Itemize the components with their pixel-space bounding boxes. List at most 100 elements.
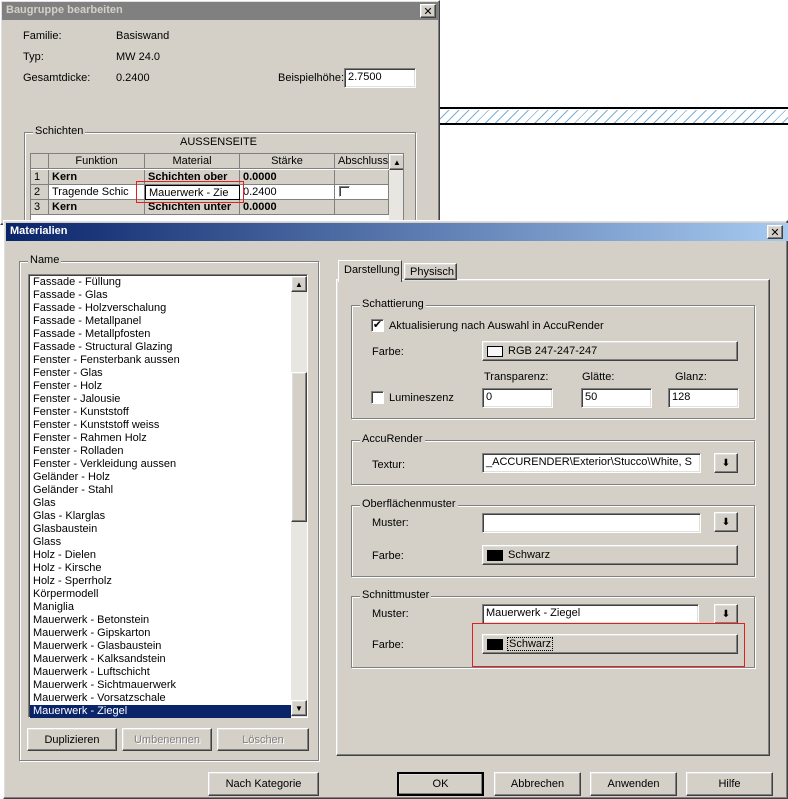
row-thickness[interactable]: 0.0000	[240, 200, 335, 215]
surface-pattern-label: Muster:	[372, 517, 409, 529]
list-item[interactable]: Körpermodell	[30, 588, 291, 601]
list-item[interactable]: Fenster - Rahmen Holz	[30, 432, 291, 445]
materials-list-items: Fassade - Füllung Fassade - Glas Fassade -…	[30, 276, 307, 718]
scroll-thumb[interactable]	[291, 372, 307, 522]
scroll-down-icon[interactable]: ▼	[291, 700, 307, 716]
list-item[interactable]: Geländer - Stahl	[30, 484, 291, 497]
list-item[interactable]: Fassade - Structural Glazing	[30, 341, 291, 354]
layers-grid-scrollbar[interactable]: ▲	[389, 154, 403, 224]
list-item[interactable]: Maniglia	[30, 601, 291, 614]
texture-input[interactable]: _ACCURENDER\Exterior\Stucco\White, S	[482, 453, 701, 473]
list-item[interactable]: Fassade - Füllung	[30, 276, 291, 289]
list-item[interactable]: Mauerwerk - Betonstein	[30, 614, 291, 627]
col-header-function[interactable]: Funktion	[49, 154, 145, 169]
tab-physical[interactable]: Physisch	[404, 263, 457, 280]
smoothness-input[interactable]: 50	[581, 388, 652, 408]
materials-list-scrollbar[interactable]: ▲ ▼	[291, 276, 307, 716]
list-item[interactable]: Fenster - Kunststoff	[30, 406, 291, 419]
scroll-up-icon[interactable]: ▲	[389, 154, 403, 170]
row-function[interactable]: Kern	[49, 170, 145, 185]
list-item[interactable]: Fassade - Holzverschalung	[30, 302, 291, 315]
list-item[interactable]: Geländer - Holz	[30, 471, 291, 484]
cut-pattern-browse-button[interactable]: ⬇	[714, 604, 738, 624]
rename-button-label: Umbenennen	[133, 733, 201, 746]
scroll-up-icon[interactable]: ▲	[291, 276, 307, 292]
layers-grid-header: Funktion Material Stärke Abschluss	[31, 154, 389, 169]
surface-pattern-browse-button[interactable]: ⬇	[714, 512, 738, 532]
accurender-group-title: AccuRender	[360, 433, 425, 445]
list-item[interactable]: Mauerwerk - Glasbaustein	[30, 640, 291, 653]
row-closure[interactable]	[335, 185, 389, 200]
apply-button[interactable]: Anwenden	[590, 772, 677, 796]
col-header-material[interactable]: Material	[145, 154, 240, 169]
row-function[interactable]: Tragende Schic	[49, 185, 145, 200]
cut-pattern-label: Muster:	[372, 608, 409, 620]
shading-color-value: RGB 247-247-247	[508, 345, 598, 357]
list-item[interactable]: Mauerwerk - Vorsatzschale	[30, 692, 291, 705]
checkmark-icon: ✔	[372, 319, 383, 331]
row-number: 3	[31, 200, 49, 215]
assembly-close-button[interactable]: ✕	[420, 4, 436, 18]
surface-color-button[interactable]: Schwarz	[482, 545, 738, 565]
list-item[interactable]: Holz - Sperrholz	[30, 575, 291, 588]
list-item[interactable]: Glas - Klarglas	[30, 510, 291, 523]
list-item[interactable]: Mauerwerk - Gipskarton	[30, 627, 291, 640]
sample-height-input[interactable]: 2.7500	[344, 68, 416, 88]
list-item[interactable]: Fenster - Verkleidung aussen	[30, 458, 291, 471]
row-function[interactable]: Kern	[49, 200, 145, 215]
help-button[interactable]: Hilfe	[686, 772, 773, 796]
update-accurender-checkbox[interactable]: ✔	[371, 319, 384, 332]
rename-button[interactable]: Umbenennen	[122, 728, 212, 751]
cut-pattern-input[interactable]: Mauerwerk - Ziegel	[482, 604, 699, 624]
list-item[interactable]: Glass	[30, 536, 291, 549]
list-item[interactable]: Fenster - Rolladen	[30, 445, 291, 458]
list-item[interactable]: Fassade - Metallpanel	[30, 315, 291, 328]
shading-color-button[interactable]: RGB 247-247-247	[482, 341, 738, 361]
list-item[interactable]: Mauerwerk - Ziegel	[30, 705, 291, 718]
list-item[interactable]: Glasbaustein	[30, 523, 291, 536]
delete-button[interactable]: Löschen	[217, 728, 309, 751]
drawing-canvas[interactable]	[440, 0, 788, 225]
list-item[interactable]: Fenster - Glas	[30, 367, 291, 380]
list-item[interactable]: Fenster - Holz	[30, 380, 291, 393]
list-item[interactable]: Mauerwerk - Kalksandstein	[30, 653, 291, 666]
duplicate-button[interactable]: Duplizieren	[27, 728, 117, 751]
list-item[interactable]: Fassade - Glas	[30, 289, 291, 302]
cancel-button[interactable]: Abbrechen	[494, 772, 581, 796]
list-item[interactable]: Mauerwerk - Luftschicht	[30, 666, 291, 679]
tab-display[interactable]: Darstellung	[338, 260, 402, 282]
wall-section-bottom-line	[440, 123, 788, 125]
materials-close-button[interactable]: ✕	[767, 225, 783, 239]
surface-color-value: Schwarz	[508, 549, 551, 561]
list-item[interactable]: Fenster - Jalousie	[30, 393, 291, 406]
list-item[interactable]: Holz - Dielen	[30, 549, 291, 562]
row-thickness[interactable]: 0.2400	[240, 185, 335, 200]
materials-titlebar: Materialien	[6, 223, 788, 241]
surface-color-label: Farbe:	[372, 550, 404, 562]
list-item[interactable]: Mauerwerk - Sichtmauerwerk	[30, 679, 291, 692]
list-item[interactable]: Glas	[30, 497, 291, 510]
layers-group-title: Schichten	[33, 125, 86, 137]
transparency-input[interactable]: 0	[482, 388, 553, 408]
shading-color-swatch	[487, 345, 503, 357]
row-closure[interactable]	[335, 170, 389, 185]
by-category-button[interactable]: Nach Kategorie	[208, 772, 319, 796]
list-item[interactable]: Fenster - Fensterbank aussen	[30, 354, 291, 367]
col-header-closure[interactable]: Abschluss	[335, 154, 389, 169]
list-item[interactable]: Fassade - Metallpfosten	[30, 328, 291, 341]
help-button-label: Hilfe	[718, 778, 741, 790]
list-item[interactable]: Holz - Kirsche	[30, 562, 291, 575]
texture-browse-button[interactable]: ⬇	[714, 453, 738, 473]
ok-button[interactable]: OK	[397, 772, 484, 796]
by-category-button-label: Nach Kategorie	[225, 778, 302, 790]
list-item[interactable]: Fenster - Kunststoff weiss	[30, 419, 291, 432]
surface-pattern-input[interactable]	[482, 513, 701, 533]
row-closure[interactable]	[335, 200, 389, 215]
col-header-thickness[interactable]: Stärke	[240, 154, 335, 169]
row-thickness[interactable]: 0.0000	[240, 170, 335, 185]
luminescence-checkbox[interactable]	[371, 391, 384, 404]
closure-checkbox[interactable]	[339, 186, 350, 197]
cancel-button-label: Abbrechen	[510, 778, 565, 790]
gloss-input[interactable]: 128	[668, 388, 739, 408]
materials-list[interactable]: Fassade - Füllung Fassade - Glas Fassade -…	[28, 274, 308, 718]
